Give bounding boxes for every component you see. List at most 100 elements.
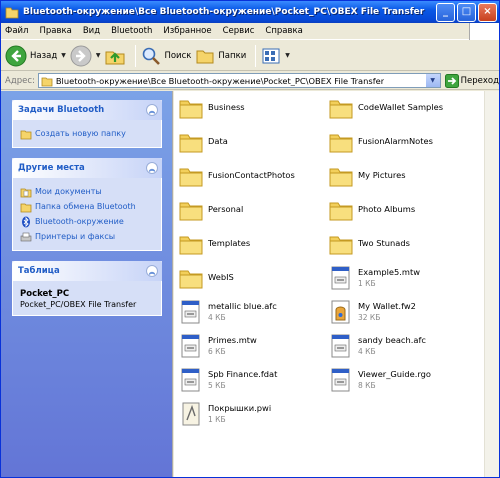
item-text: FusionAlarmNotes <box>358 136 433 146</box>
forward-button[interactable]: ▼ <box>70 44 101 68</box>
place-bluetooth-exchange-folder[interactable]: Папка обмена Bluetooth <box>20 199 155 214</box>
back-label: Назад <box>30 50 58 61</box>
file-item[interactable]: sandy beach.afc 4 КБ <box>328 333 426 359</box>
forward-arrow-icon <box>70 45 92 66</box>
details-panel-header[interactable]: Таблица ︽ <box>12 261 162 281</box>
folder-icon <box>179 100 203 119</box>
close-button[interactable]: × <box>478 2 497 22</box>
search-button[interactable]: Поиск <box>141 44 191 68</box>
go-button[interactable]: Переход <box>444 73 499 88</box>
item-text: Two Stunads <box>358 238 410 248</box>
task-new-folder[interactable]: Создать новую папку <box>20 126 155 141</box>
details-panel-title: Таблица <box>18 266 60 276</box>
file-item[interactable]: Viewer_Guide.rgo 8 КБ <box>328 367 431 393</box>
item-size: 8 КБ <box>358 381 376 390</box>
menu-favorites[interactable]: Избранное <box>163 26 211 36</box>
back-arrow-icon <box>5 45 27 66</box>
file-item[interactable]: Spb Finance.fdat 5 КБ <box>178 367 277 393</box>
place-my-documents[interactable]: Мои документы <box>20 184 155 199</box>
folder-item[interactable]: Business <box>178 95 245 121</box>
folder-icon <box>179 168 203 187</box>
generic-file-icon <box>331 334 350 358</box>
item-text: metallic blue.afc 4 КБ <box>208 301 277 322</box>
item-text: FusionContactPhotos <box>208 170 295 180</box>
collapse-chevron-icon[interactable]: ︽ <box>146 162 158 174</box>
place-label: Папка обмена Bluetooth <box>35 202 136 211</box>
generic-file-icon <box>331 266 350 290</box>
tasks-panel-header[interactable]: Задачи Bluetooth ︽ <box>12 100 162 120</box>
views-dropdown-icon[interactable]: ▼ <box>285 52 290 59</box>
address-input[interactable]: Bluetooth-окружение\Все Bluetooth-окруже… <box>37 73 441 88</box>
back-dropdown-icon[interactable]: ▼ <box>61 52 66 59</box>
window-title: Bluetooth-окружение\Все Bluetooth-окруже… <box>23 7 425 17</box>
vertical-scrollbar[interactable] <box>484 91 499 477</box>
task-new-folder-label: Создать новую папку <box>35 129 126 138</box>
folder-item[interactable]: Data <box>178 129 228 155</box>
details-subtitle: Pocket_PC/OBEX File Transfer <box>20 300 137 309</box>
item-name: Viewer_Guide.rgo <box>358 369 431 379</box>
folder-item[interactable]: Photo Albums <box>328 197 415 223</box>
menu-help[interactable]: Справка <box>265 26 302 36</box>
item-text: Personal <box>208 204 243 214</box>
bluetooth-folder-icon <box>41 77 53 86</box>
folder-item[interactable]: Two Stunads <box>328 231 410 257</box>
menu-tools[interactable]: Сервис <box>223 26 255 36</box>
folder-item[interactable]: My Pictures <box>328 163 406 189</box>
address-bar: Адрес: Bluetooth-окружение\Все Bluetooth… <box>1 72 499 90</box>
up-button[interactable] <box>104 44 126 68</box>
item-name: WebIS <box>208 272 234 282</box>
tasks-panel: Задачи Bluetooth ︽ Создать новую папку <box>12 100 162 148</box>
folder-icon <box>20 203 32 212</box>
menu-bluetooth[interactable]: Bluetooth <box>111 26 152 36</box>
item-text: WebIS <box>208 272 234 282</box>
file-item[interactable]: Покрышки.pwi 1 КБ <box>178 401 271 427</box>
maximize-button[interactable]: □ <box>457 2 476 22</box>
collapse-chevron-icon[interactable]: ︽ <box>146 104 158 116</box>
toolbar-separator <box>135 44 137 67</box>
collapse-chevron-icon[interactable]: ︽ <box>146 265 158 277</box>
item-text: Viewer_Guide.rgo 8 КБ <box>358 369 431 390</box>
item-size: 5 КБ <box>208 381 226 390</box>
item-size: 1 КБ <box>358 279 376 288</box>
folder-item[interactable]: CodeWallet Samples <box>328 95 443 121</box>
folder-item[interactable]: FusionAlarmNotes <box>328 129 433 155</box>
wallet-file-icon <box>331 300 350 324</box>
folder-item[interactable]: Personal <box>178 197 243 223</box>
file-item[interactable]: metallic blue.afc 4 КБ <box>178 299 277 325</box>
forward-dropdown-icon[interactable]: ▼ <box>96 52 101 59</box>
places-panel-header[interactable]: Другие места ︽ <box>12 158 162 178</box>
folders-button[interactable]: Папки <box>195 44 246 68</box>
menu-file[interactable]: Файл <box>5 26 28 36</box>
item-text: sandy beach.afc 4 КБ <box>358 335 426 356</box>
minimize-button[interactable]: _ <box>436 2 455 22</box>
place-printers-faxes[interactable]: Принтеры и факсы <box>20 229 155 244</box>
bluetooth-icon <box>22 216 30 227</box>
address-dropdown-icon[interactable]: ▼ <box>425 74 440 87</box>
item-name: Example5.mtw <box>358 267 421 277</box>
place-bluetooth-neighborhood[interactable]: Bluetooth-окружение <box>20 214 155 229</box>
toolbar: Назад ▼ ▼ Поиск Папки ▼ <box>1 41 499 71</box>
file-item[interactable]: Primes.mtw 6 КБ <box>178 333 257 359</box>
generic-file-icon <box>181 334 200 358</box>
item-name: Two Stunads <box>358 238 410 248</box>
pwi-document-icon <box>182 402 200 426</box>
folder-icon <box>179 236 203 255</box>
views-button[interactable]: ▼ <box>261 44 290 68</box>
documents-folder-icon <box>20 188 32 197</box>
item-text: Покрышки.pwi 1 КБ <box>208 403 271 424</box>
title-bar[interactable]: Bluetooth-окружение\Все Bluetooth-окруже… <box>1 1 499 23</box>
menu-edit[interactable]: Правка <box>39 26 71 36</box>
search-icon <box>143 47 161 65</box>
item-text: My Pictures <box>358 170 406 180</box>
file-item[interactable]: Example5.mtw 1 КБ <box>328 265 420 291</box>
file-item[interactable]: My Wallet.fw2 32 КБ <box>328 299 416 325</box>
folder-item[interactable]: WebIS <box>178 265 234 291</box>
folder-item[interactable]: Templates <box>178 231 250 257</box>
folder-item[interactable]: FusionContactPhotos <box>178 163 295 189</box>
menu-view[interactable]: Вид <box>83 26 100 36</box>
task-pane: Задачи Bluetooth ︽ Создать новую папку Д… <box>1 91 173 477</box>
item-name: FusionAlarmNotes <box>358 136 433 146</box>
file-view[interactable]: Business CodeWallet Samples Data FusionAlar… <box>174 91 484 477</box>
back-button[interactable]: Назад ▼ <box>5 44 66 68</box>
item-size: 4 КБ <box>208 313 226 322</box>
